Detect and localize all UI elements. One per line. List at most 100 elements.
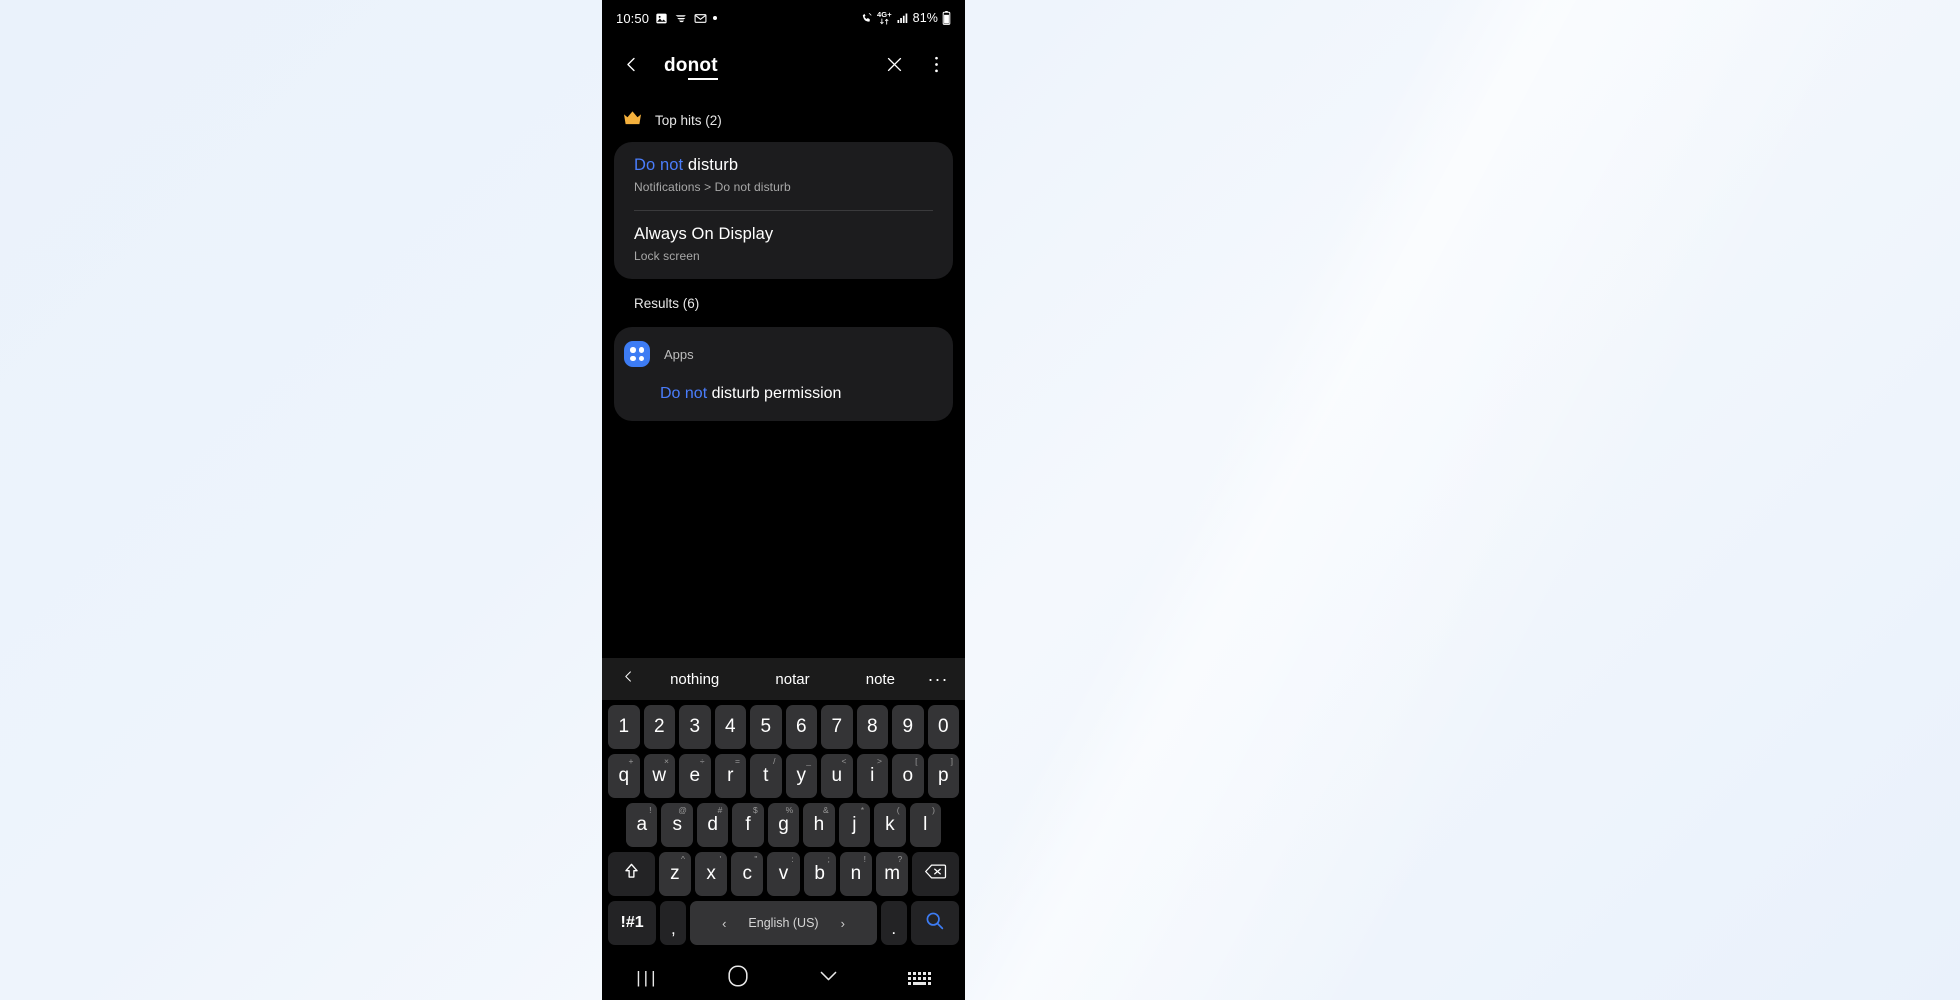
key-8[interactable]: 8 bbox=[856, 705, 888, 749]
hide-keyboard-button[interactable] bbox=[784, 969, 875, 988]
key-label: r bbox=[727, 765, 734, 786]
key-n[interactable]: ! n bbox=[839, 852, 873, 896]
key-s[interactable]: @ s bbox=[661, 803, 693, 847]
title-rest: disturb bbox=[683, 156, 739, 174]
chevron-left-icon[interactable]: ‹ bbox=[722, 916, 726, 931]
key-label: e bbox=[689, 765, 701, 786]
key-f[interactable]: $ f bbox=[732, 803, 764, 847]
key-3[interactable]: 3 bbox=[679, 705, 711, 749]
top-hits-card: Do not disturb Notifications > Do not di… bbox=[614, 142, 953, 279]
key-d[interactable]: # d bbox=[696, 803, 729, 847]
key-7[interactable]: 7 bbox=[821, 705, 853, 749]
top-hit-title-0: Do not disturb bbox=[634, 156, 933, 175]
backspace-key[interactable] bbox=[912, 852, 959, 896]
dot-indicator-icon bbox=[713, 16, 718, 20]
keyboard-row-qwerty: + q × w ÷ e = r / t _ y < u > i [o ] p bbox=[605, 754, 962, 798]
chevron-right-icon[interactable]: › bbox=[841, 916, 845, 931]
recents-button[interactable]: ||| bbox=[602, 968, 693, 988]
space-key[interactable]: ‹ English (US) › bbox=[690, 901, 877, 945]
key-x[interactable]: ' x bbox=[694, 852, 728, 896]
key-5[interactable]: 5 bbox=[750, 705, 782, 749]
top-hit-subtitle-0: Notifications > Do not disturb bbox=[634, 180, 791, 194]
key-v[interactable]: :v bbox=[767, 852, 800, 896]
suggestion-word-1[interactable]: notar bbox=[775, 671, 809, 688]
key-6[interactable]: 6 bbox=[785, 705, 817, 749]
key-h[interactable]: & h bbox=[803, 803, 835, 847]
key-label: c bbox=[742, 863, 753, 884]
key-z[interactable]: ^ z bbox=[658, 852, 691, 896]
search-input[interactable]: do not bbox=[658, 55, 867, 80]
search-results-area: Top hits (2) Do not disturb Notification… bbox=[602, 98, 965, 421]
key-label: i bbox=[870, 765, 875, 786]
comma-key[interactable]: , bbox=[660, 901, 687, 945]
key-label: 8 bbox=[866, 716, 878, 737]
network-4gplus-icon: 4G+ bbox=[877, 11, 892, 26]
back-button[interactable] bbox=[616, 52, 646, 82]
key-sup: & bbox=[822, 805, 829, 815]
key-g[interactable]: % g bbox=[767, 803, 800, 847]
key-sup: [ bbox=[915, 756, 918, 766]
key-label: h bbox=[813, 814, 825, 835]
phone-screen: 10:50 4G+ 81% do not Top hits (2) Do not… bbox=[602, 0, 965, 1000]
key-0[interactable]: 0 bbox=[927, 705, 959, 749]
key-label: 4 bbox=[724, 716, 736, 737]
search-key[interactable] bbox=[910, 901, 960, 945]
top-hit-row-1[interactable]: Always On Display Lock screen bbox=[614, 211, 953, 279]
shift-key[interactable] bbox=[608, 852, 655, 896]
chevron-down-icon bbox=[819, 969, 838, 988]
more-options-button[interactable] bbox=[921, 52, 951, 82]
key-m[interactable]: ? m bbox=[876, 852, 909, 896]
key-o[interactable]: [o bbox=[892, 754, 924, 798]
key-u[interactable]: < u bbox=[821, 754, 853, 798]
key-w[interactable]: × w bbox=[643, 754, 675, 798]
chevron-left-icon bbox=[623, 56, 640, 78]
suggestion-prev-button[interactable] bbox=[614, 669, 642, 689]
mail-icon bbox=[694, 12, 707, 25]
key-1[interactable]: 1 bbox=[608, 705, 640, 749]
top-hit-subtitle-1: Lock screen bbox=[634, 249, 700, 263]
period-key[interactable]: . bbox=[880, 901, 907, 945]
key-label: m bbox=[884, 863, 901, 884]
key-9[interactable]: 9 bbox=[892, 705, 924, 749]
key-sup: $ bbox=[753, 805, 758, 815]
key-j[interactable]: * j bbox=[838, 803, 871, 847]
results-group-label: Apps bbox=[664, 346, 694, 362]
key-sup: " bbox=[754, 854, 758, 864]
onscreen-keyboard: nothing notar note ··· 1 2 3 4 5 6 7 8 9… bbox=[602, 658, 965, 956]
status-bar-left: 10:50 bbox=[616, 11, 718, 26]
symbols-key[interactable]: !#1 bbox=[608, 901, 657, 945]
key-e[interactable]: ÷ e bbox=[679, 754, 711, 798]
key-4[interactable]: 4 bbox=[714, 705, 746, 749]
suggestion-word-0[interactable]: nothing bbox=[670, 671, 719, 688]
key-sup: / bbox=[773, 756, 776, 766]
top-hit-row-0[interactable]: Do not disturb Notifications > Do not di… bbox=[614, 142, 953, 210]
clear-search-button[interactable] bbox=[879, 52, 909, 82]
keyboard-switch-button[interactable] bbox=[874, 971, 965, 985]
key-l[interactable]: ) l bbox=[909, 803, 941, 847]
key-label: a bbox=[636, 814, 648, 835]
results-group-apps: Apps bbox=[614, 327, 953, 373]
title-rest: Always On Display bbox=[634, 225, 774, 243]
key-k[interactable]: (k bbox=[874, 803, 906, 847]
key-y[interactable]: _ y bbox=[785, 754, 817, 798]
home-button[interactable] bbox=[693, 964, 784, 992]
key-t[interactable]: / t bbox=[750, 754, 782, 798]
key-sup: : bbox=[791, 854, 794, 864]
language-label: English (US) bbox=[748, 916, 819, 930]
recents-icon: ||| bbox=[636, 968, 659, 987]
key-p[interactable]: ] p bbox=[927, 754, 959, 798]
key-a[interactable]: ! a bbox=[626, 803, 658, 847]
more-horizontal-icon[interactable]: ··· bbox=[923, 669, 953, 690]
key-r[interactable]: = r bbox=[714, 754, 746, 798]
apps-grid-icon bbox=[624, 341, 650, 367]
key-sup: + bbox=[628, 756, 634, 766]
key-b[interactable]: ; b bbox=[803, 852, 836, 896]
key-c[interactable]: " c bbox=[731, 852, 764, 896]
key-q[interactable]: + q bbox=[608, 754, 640, 798]
suggestion-word-2[interactable]: note bbox=[866, 671, 895, 688]
key-i[interactable]: > i bbox=[856, 754, 888, 798]
result-row-0[interactable]: Do not disturb permission bbox=[614, 373, 953, 421]
search-query-selected: not bbox=[687, 55, 718, 80]
key-2[interactable]: 2 bbox=[643, 705, 675, 749]
crown-icon bbox=[622, 110, 643, 130]
